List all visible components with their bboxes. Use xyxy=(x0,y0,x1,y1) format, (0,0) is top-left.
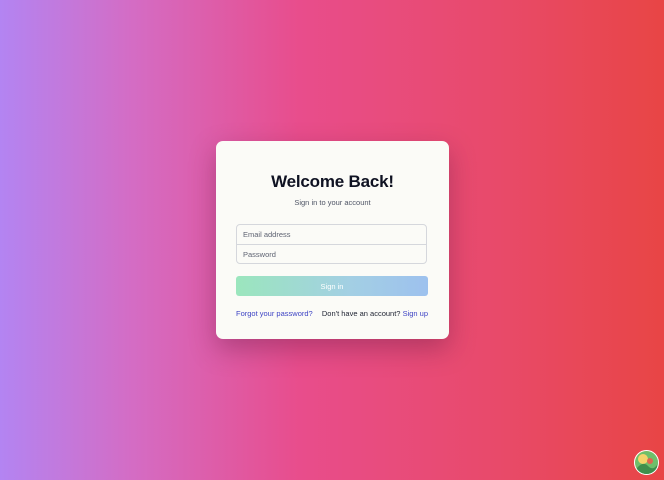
forgot-password-link[interactable]: Forgot your password? xyxy=(236,309,313,318)
page-title: Welcome Back! xyxy=(271,172,394,191)
page-subtitle: Sign in to your account xyxy=(294,198,371,207)
password-field[interactable] xyxy=(237,244,426,263)
credentials-group xyxy=(236,224,427,264)
login-card: Welcome Back! Sign in to your account Si… xyxy=(216,141,449,339)
no-account-text: Don't have an account? xyxy=(321,309,401,318)
auth-links: Forgot your password? Don't have an acco… xyxy=(236,309,428,319)
signup-prompt: Don't have an account? Sign up xyxy=(322,309,428,318)
email-field[interactable] xyxy=(237,225,426,244)
sign-up-link[interactable]: Sign up xyxy=(403,309,428,318)
avatar-image xyxy=(635,451,658,474)
avatar-icon[interactable] xyxy=(634,450,659,475)
sign-in-button[interactable]: Sign in xyxy=(236,276,428,296)
